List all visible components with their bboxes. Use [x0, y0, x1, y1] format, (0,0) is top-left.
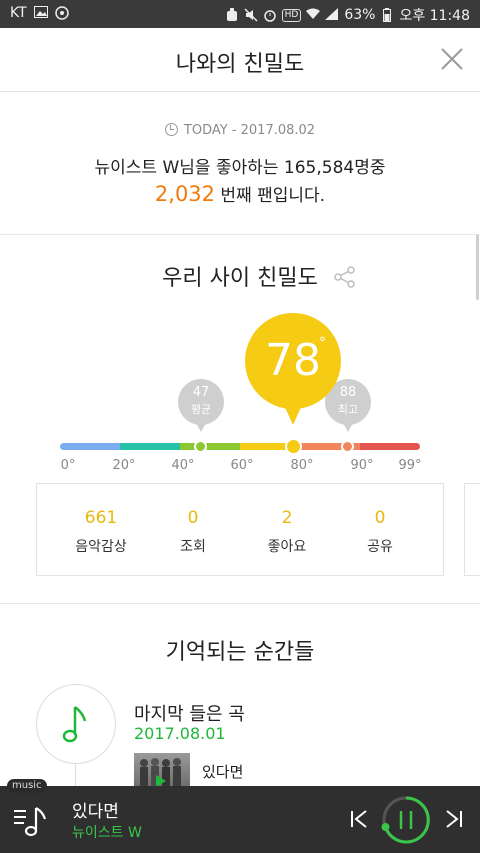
wifi-icon	[306, 8, 321, 22]
timeline-music-badge	[36, 684, 116, 764]
gauge-segment	[360, 443, 420, 450]
clock-icon	[164, 123, 178, 136]
today-label: TODAY - 2017.08.02	[183, 123, 316, 138]
playlist-icon	[14, 807, 47, 837]
clock-time: 오후 11:48	[399, 8, 470, 24]
previous-icon	[351, 810, 367, 828]
gauge-segment	[60, 443, 120, 450]
max-marker	[341, 440, 354, 453]
today-section: TODAY - 2017.08.02 뉴이스트 W님을 좋아하는 165,584…	[0, 93, 480, 235]
max-bubble-tail	[343, 423, 353, 432]
battery-icon	[380, 8, 394, 22]
average-bubble: 47 평균	[178, 379, 224, 425]
tick-label: 60°	[230, 458, 254, 473]
intimacy-score-tail	[284, 405, 302, 425]
tick-label: 90°	[350, 458, 374, 473]
intimacy-gauge	[60, 443, 420, 450]
status-right: HD 63% 오후 11:48	[225, 5, 470, 25]
score-marker	[285, 438, 302, 455]
tick-label: 40°	[171, 458, 195, 473]
stat-label: 음악감상	[75, 539, 127, 555]
last-song-date: 2017.08.01	[134, 724, 226, 743]
carrier-label: KT	[10, 5, 27, 21]
stat-likes[interactable]: 2 좋아요	[247, 508, 327, 556]
last-song-label: 마지막 들은 곡	[134, 704, 245, 725]
rank-suffix: 번째 팬입니다.	[215, 186, 326, 206]
pause-icon	[381, 796, 430, 844]
average-marker	[194, 440, 207, 453]
mute-icon	[244, 8, 258, 22]
next-card-peek[interactable]	[464, 483, 480, 576]
rank-number: 2,032	[154, 182, 216, 206]
rank-text: 뉴이스트 W님을 좋아하는 165,584명중	[94, 158, 386, 178]
alarm-clock-icon	[263, 8, 277, 22]
max-label: 최고	[337, 403, 359, 416]
share-button[interactable]	[334, 266, 356, 288]
previous-button[interactable]	[349, 808, 371, 830]
stat-value: 661	[84, 508, 118, 528]
average-label: 평균	[190, 403, 212, 416]
stat-shares[interactable]: 0 공유	[340, 508, 420, 556]
stat-value: 2	[281, 508, 293, 528]
image-icon	[33, 6, 48, 20]
divider	[0, 234, 480, 235]
stat-value: 0	[187, 508, 199, 528]
tick-label: 20°	[112, 458, 136, 473]
stat-label: 공유	[367, 539, 393, 555]
stat-listen[interactable]: 661 음악감상	[61, 508, 141, 556]
average-value: 47	[192, 385, 210, 400]
intimacy-title: 우리 사이 친밀도	[162, 266, 318, 291]
music-note-icon	[62, 706, 87, 743]
mini-player[interactable]: 있다면 뉴이스트 W	[0, 786, 480, 853]
stat-views[interactable]: 0 조회	[153, 508, 233, 556]
music-icon	[54, 6, 69, 20]
next-icon	[446, 810, 462, 828]
status-left: KT	[10, 5, 69, 21]
tick-label: 99°	[398, 458, 422, 473]
last-song-title[interactable]: 있다면	[202, 761, 243, 782]
intimacy-score: 78	[265, 335, 321, 386]
player-artist[interactable]: 뉴이스트 W	[72, 822, 142, 842]
next-button[interactable]	[442, 808, 464, 830]
intimacy-score-bubble: 78 °	[245, 313, 341, 409]
stat-label: 조회	[180, 539, 206, 555]
rank-line: 2,032 번째 팬입니다.	[0, 181, 480, 206]
stats-card: 661 음악감상 0 조회 2 좋아요 0 공유	[36, 483, 444, 576]
player-song-title[interactable]: 있다면	[72, 797, 119, 822]
gauge-ticks: 0° 20° 40° 60° 80° 90° 99°	[0, 458, 480, 476]
share-icon	[334, 266, 355, 288]
stat-label: 좋아요	[267, 539, 307, 555]
close-icon	[441, 48, 463, 70]
tick-label: 80°	[290, 458, 314, 473]
average-bubble-tail	[196, 423, 206, 432]
gauge-segment	[120, 443, 180, 450]
pause-button[interactable]	[380, 794, 432, 846]
close-button[interactable]	[438, 45, 466, 73]
gauge-segment	[180, 443, 240, 450]
status-bar: KT HD 63% 오후 11:48	[0, 0, 480, 28]
hd-badge: HD	[281, 8, 302, 22]
alarm-icon	[225, 8, 239, 22]
memories-title: 기억되는 순간들	[165, 640, 315, 665]
divider	[0, 603, 480, 604]
degree-symbol: °	[319, 335, 326, 351]
music-tag: music	[7, 779, 47, 793]
signal-icon	[325, 8, 339, 22]
battery-percent: 63%	[344, 7, 376, 23]
playlist-button[interactable]	[12, 802, 48, 838]
stat-value: 0	[374, 508, 386, 528]
today-date: TODAY - 2017.08.02	[0, 123, 480, 138]
album-art[interactable]	[134, 753, 190, 787]
page-header: 나와의 친밀도	[0, 28, 480, 92]
tick-label: 0°	[60, 458, 76, 473]
page-title: 나와의 친밀도	[175, 52, 305, 77]
